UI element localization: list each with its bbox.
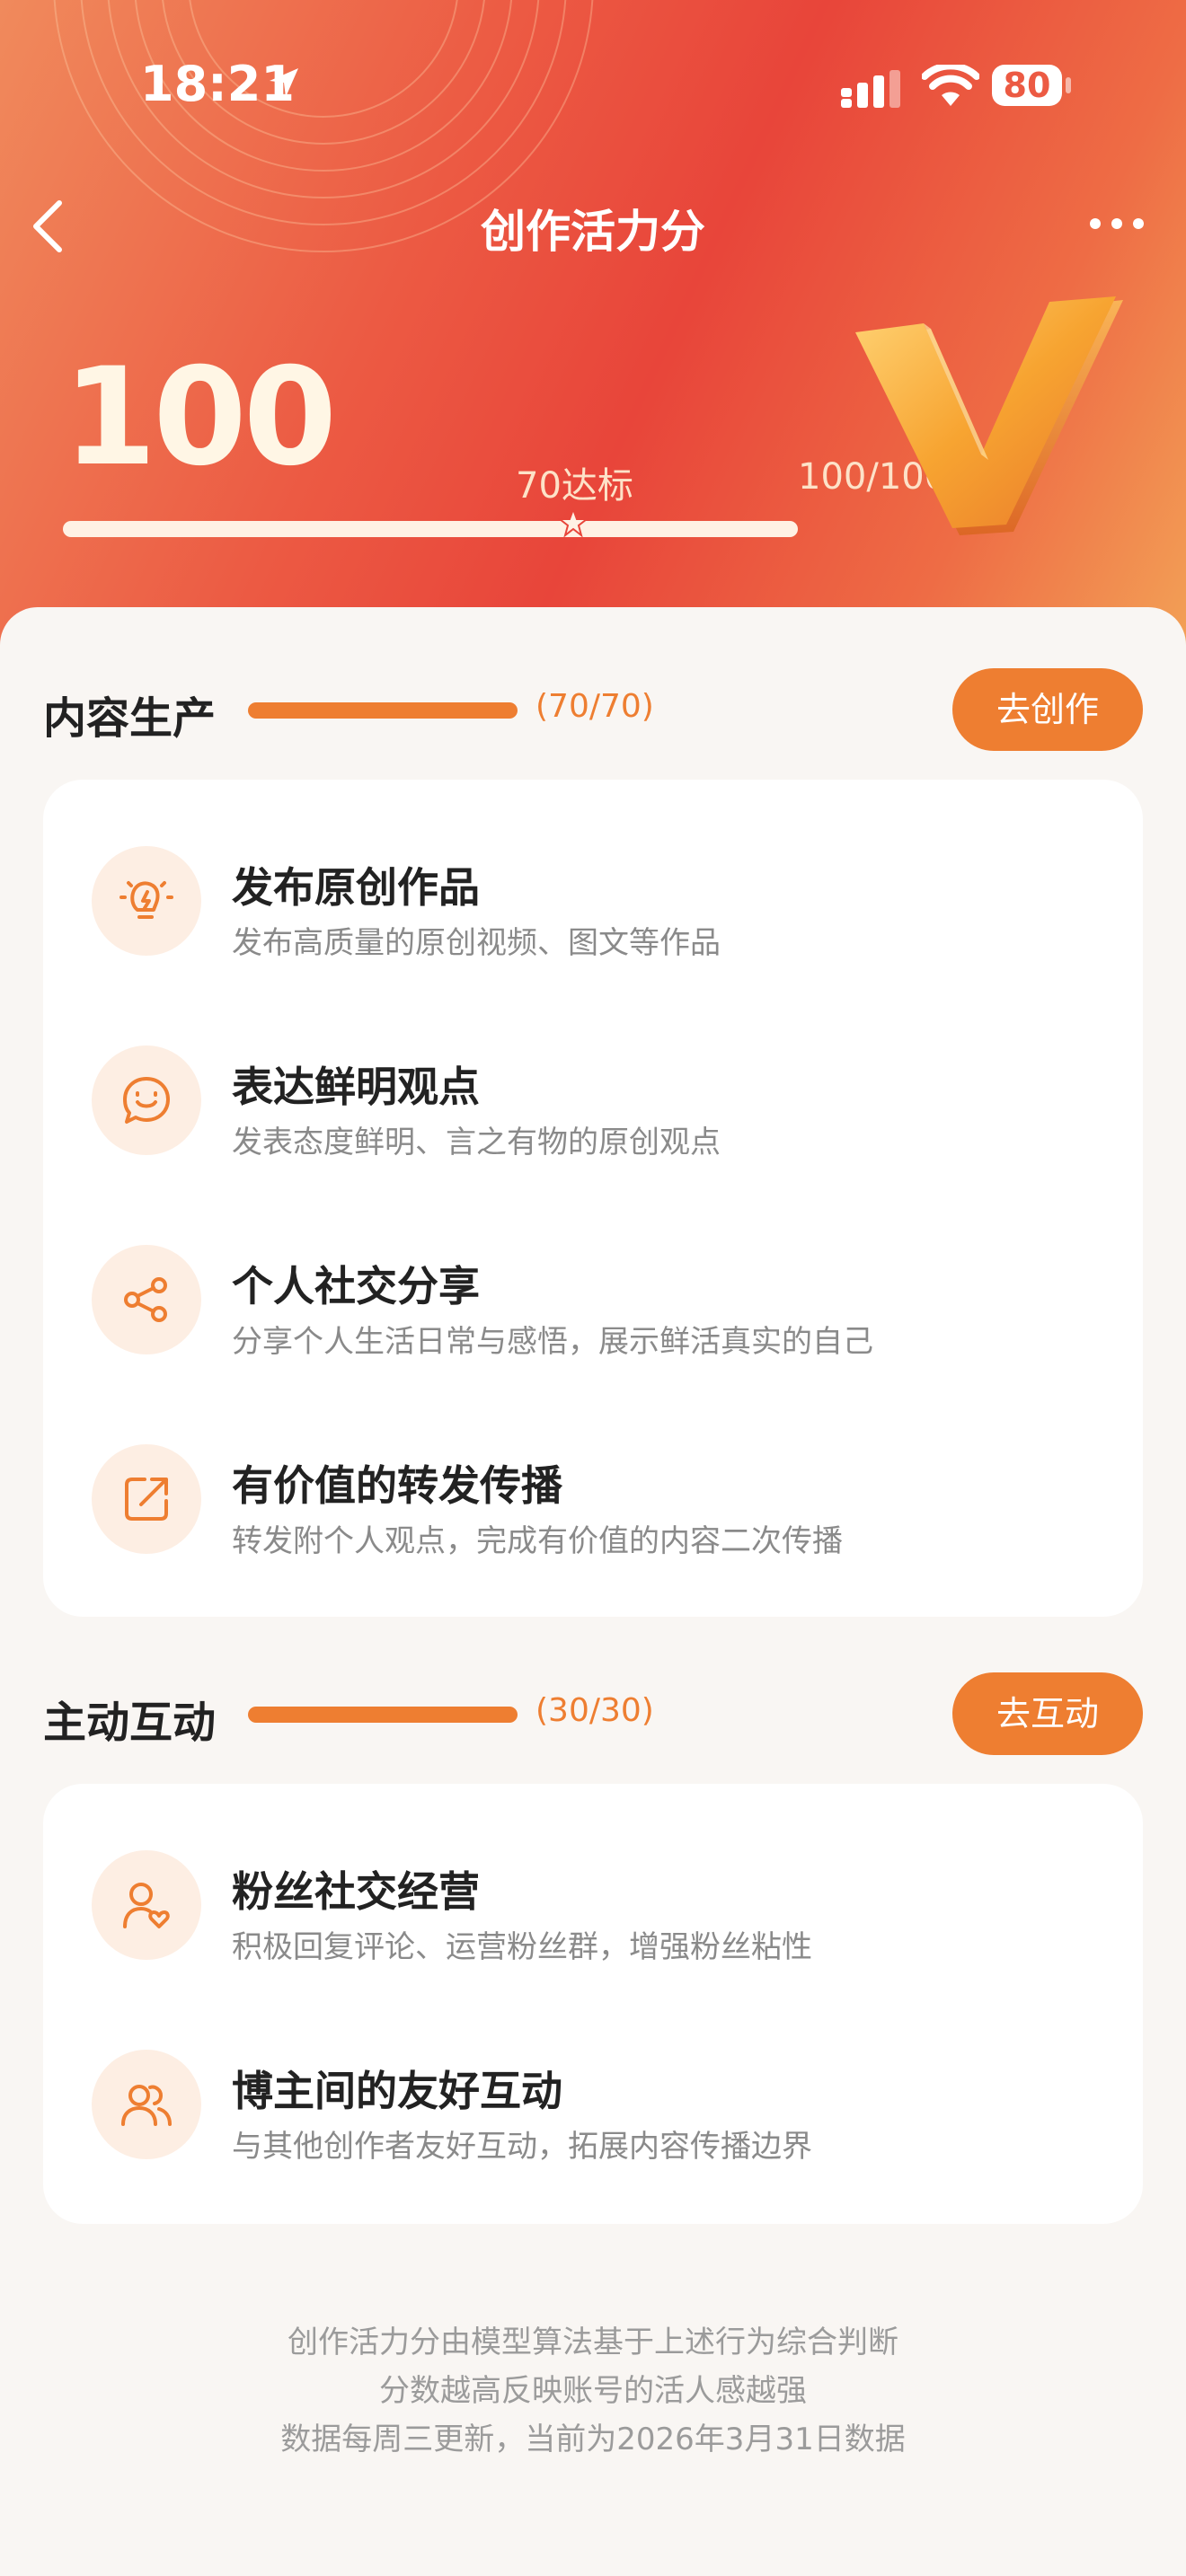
footer-note-line: 分数越高反映账号的活人感越强 [379, 2373, 807, 2409]
page-title: 创作活力分 [481, 206, 705, 258]
section-count: (70/70) [535, 688, 654, 725]
threshold-label: 70达标 [516, 465, 633, 507]
item-title: 有价值的转发传播 [232, 1461, 562, 1510]
list-item[interactable]: 个人社交分享 分享个人生活日常与感悟，展示鲜活真实的自己 [43, 1211, 1143, 1390]
footer-note-line: 创作活力分由模型算法基于上述行为综合判断 [288, 2325, 898, 2360]
list-item[interactable]: 有价值的转发传播 转发附个人观点，完成有价值的内容二次传播 [43, 1410, 1143, 1590]
go-interact-button[interactable]: 去互动 [952, 1672, 1143, 1755]
score-value: 100 [63, 340, 337, 496]
share-icon [92, 1245, 201, 1354]
item-title: 个人社交分享 [232, 1262, 480, 1310]
go-create-button[interactable]: 去创作 [952, 668, 1143, 751]
list-item[interactable]: 粉丝社交经营 积极回复评论、运营粉丝群，增强粉丝粘性 [43, 1816, 1143, 1996]
item-subtitle: 积极回复评论、运营粉丝群，增强粉丝粘性 [232, 1929, 812, 1965]
user-heart-icon [92, 1850, 201, 1960]
battery-tip [1066, 77, 1071, 93]
list-item[interactable]: 发布原创作品 发布高质量的原创视频、图文等作品 [43, 812, 1143, 992]
v-badge-logo [855, 296, 1123, 535]
forward-icon [92, 1444, 201, 1554]
score-progress-bar [63, 521, 798, 537]
section-title-active-interaction: 主动互动 [43, 1698, 217, 1748]
active-interaction-card: 粉丝社交经营 积极回复评论、运营粉丝群，增强粉丝粘性 博主间的友好互动 与其他创… [43, 1784, 1143, 2224]
item-subtitle: 转发附个人观点，完成有价值的内容二次传播 [232, 1523, 843, 1559]
item-subtitle: 分享个人生活日常与感悟，展示鲜活真实的自己 [232, 1324, 873, 1360]
section-progress-bar [248, 1707, 518, 1723]
item-title: 发布原创作品 [232, 863, 480, 912]
wifi-icon [922, 65, 979, 106]
section-progress-bar [248, 702, 518, 719]
location-arrow-icon [270, 68, 298, 97]
item-title: 表达鲜明观点 [232, 1063, 480, 1111]
list-item[interactable]: 博主间的友好互动 与其他创作者友好互动，拓展内容传播边界 [43, 2016, 1143, 2195]
hero-header: 18:21 80 创作活力分 100 70达标 100/100 [0, 0, 1186, 683]
item-subtitle: 发布高质量的原创视频、图文等作品 [232, 925, 721, 961]
status-bar: 18:21 80 [0, 0, 1186, 171]
list-item[interactable]: 表达鲜明观点 发表态度鲜明、言之有物的原创观点 [43, 1011, 1143, 1191]
battery-indicator: 80 [992, 65, 1062, 106]
more-options-icon[interactable] [1087, 210, 1146, 237]
content-production-card: 发布原创作品 发布高质量的原创视频、图文等作品 表达鲜明观点 发表态度鲜明、言之… [43, 780, 1143, 1617]
cellular-signal-icon [841, 70, 900, 108]
section-count: (30/30) [535, 1692, 654, 1729]
item-title: 粉丝社交经营 [232, 1867, 480, 1916]
item-title: 博主间的友好互动 [232, 2067, 562, 2115]
lightbulb-icon [92, 846, 201, 956]
item-subtitle: 发表态度鲜明、言之有物的原创观点 [232, 1125, 721, 1160]
section-title-content-production: 内容生产 [43, 693, 217, 744]
users-icon [92, 2050, 201, 2159]
star-marker-icon [557, 507, 589, 538]
footer-note-line: 数据每周三更新，当前为2026年3月31日数据 [280, 2422, 906, 2457]
item-subtitle: 与其他创作者友好互动，拓展内容传播边界 [232, 2129, 812, 2165]
smile-chat-icon [92, 1045, 201, 1155]
